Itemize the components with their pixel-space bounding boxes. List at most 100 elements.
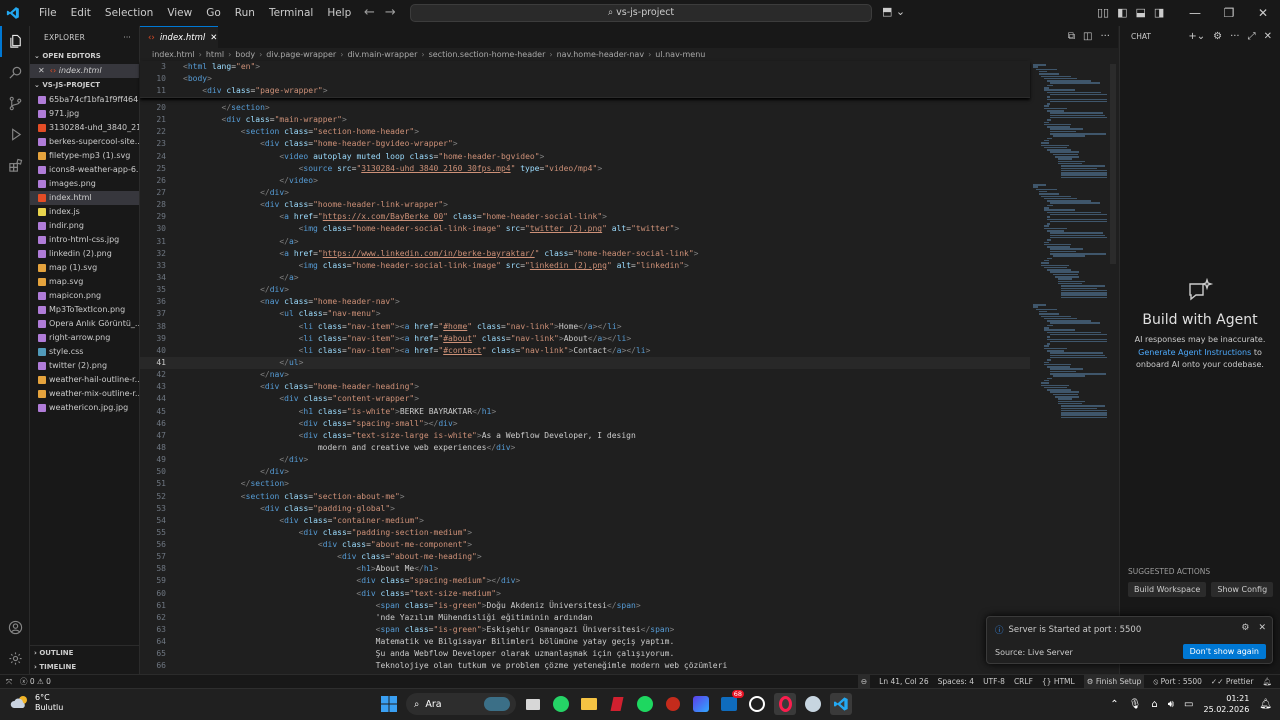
file-item[interactable]: weather-hail-outline-r... bbox=[30, 373, 139, 387]
code-line[interactable]: 46 <div class="spacing-small"></div> bbox=[140, 418, 1030, 430]
new-chat-icon[interactable]: +⌄ bbox=[1188, 26, 1205, 48]
breadcrumb-item[interactable]: index.html bbox=[152, 48, 195, 61]
line-ending[interactable]: CRLF bbox=[1014, 675, 1033, 688]
code-line[interactable]: 10 <body> bbox=[140, 73, 1030, 85]
menu-item-selection[interactable]: Selection bbox=[98, 0, 160, 26]
run-debug-icon[interactable] bbox=[0, 119, 30, 150]
code-line[interactable]: 28 <div class="hoome-header-link-wrapper… bbox=[140, 199, 1030, 211]
code-line[interactable]: 50 </div> bbox=[140, 466, 1030, 478]
code-line[interactable]: 62 'nde Yazılım Mühendisliği eğitiminin … bbox=[140, 612, 1030, 624]
breadcrumb-item[interactable]: html bbox=[206, 48, 224, 61]
code-line[interactable]: 53 <div class="padding-global"> bbox=[140, 503, 1030, 515]
code-line[interactable]: 31 </a> bbox=[140, 236, 1030, 248]
code-line[interactable]: 64 Matematik ve Bilgisayar Bilimleri böl… bbox=[140, 636, 1030, 648]
code-line[interactable]: 25 <source src="3130284-uhd_3840_2160_30… bbox=[140, 163, 1030, 175]
file-item[interactable]: intro-html-css.jpg bbox=[30, 233, 139, 247]
code-line[interactable]: 21 <div class="main-wrapper"> bbox=[140, 114, 1030, 126]
open-editor-item[interactable]: ✕ ‹› index.html bbox=[30, 64, 139, 78]
code-line[interactable]: 34 </a> bbox=[140, 272, 1030, 284]
notification-center-icon[interactable]: 🔔︎ bbox=[1259, 699, 1272, 710]
more-actions-icon[interactable]: ··· bbox=[1230, 26, 1240, 48]
breadcrumb-item[interactable]: section.section-home-header bbox=[429, 48, 546, 61]
code-line[interactable]: 54 <div class="container-medium"> bbox=[140, 515, 1030, 527]
code-line[interactable]: 27 </div> bbox=[140, 187, 1030, 199]
close-panel-icon[interactable]: ✕ bbox=[1264, 26, 1272, 48]
code-line[interactable]: 61 <span class="is-green">Doğu Akdeniz Ü… bbox=[140, 600, 1030, 612]
open-editors-section[interactable]: ⌄ OPEN EDITORS bbox=[30, 49, 139, 64]
toggle-secondary-sidebar-icon[interactable]: ◨ bbox=[1154, 0, 1164, 26]
breadcrumb-item[interactable]: nav.home-header-nav bbox=[557, 48, 644, 61]
file-item[interactable]: 65ba74cf1bfa1f9ff464... bbox=[30, 93, 139, 107]
code-line[interactable]: 20 </section> bbox=[140, 102, 1030, 114]
timeline-section[interactable]: › TIMELINE bbox=[30, 660, 139, 674]
taskbar-search[interactable]: ⌕ Ara bbox=[406, 693, 516, 715]
code-line[interactable]: 3 <html lang="en"> bbox=[140, 61, 1030, 73]
forward-arrow-icon[interactable]: → bbox=[385, 0, 396, 26]
code-line[interactable]: 22 <section class="section-home-header"> bbox=[140, 126, 1030, 138]
language-mode[interactable]: {} HTML bbox=[1042, 675, 1075, 688]
settings-gear-icon[interactable]: ⚙ bbox=[1213, 26, 1222, 48]
code-line[interactable]: 65 Şu anda Webflow Developer olarak uzma… bbox=[140, 648, 1030, 660]
build-workspace-button[interactable]: Build Workspace bbox=[1128, 582, 1207, 597]
file-item[interactable]: icons8-weather-app-6... bbox=[30, 163, 139, 177]
code-line[interactable]: 26 </video> bbox=[140, 175, 1030, 187]
code-line[interactable]: 57 <div class="about-me-heading"> bbox=[140, 551, 1030, 563]
show-hidden-icons-icon[interactable]: ⌃ bbox=[1110, 699, 1118, 710]
file-item[interactable]: images.png bbox=[30, 177, 139, 191]
code-line[interactable]: 52 <section class="section-about-me"> bbox=[140, 491, 1030, 503]
file-item[interactable]: weathericon.jpg.jpg bbox=[30, 401, 139, 415]
app-red-icon[interactable] bbox=[606, 693, 628, 715]
code-line[interactable]: 66 Teknolojiye olan tutkum ve problem çö… bbox=[140, 660, 1030, 672]
code-line[interactable]: 60 <div class="text-size-medium"> bbox=[140, 588, 1030, 600]
extensions-icon[interactable] bbox=[0, 150, 30, 181]
whatsapp-icon[interactable] bbox=[550, 693, 572, 715]
encoding[interactable]: UTF-8 bbox=[983, 675, 1005, 688]
file-explorer-icon[interactable] bbox=[578, 693, 600, 715]
opera-gx-icon[interactable] bbox=[774, 693, 796, 715]
code-line[interactable]: 47 <div class="text-size-large is-white"… bbox=[140, 430, 1030, 442]
dont-show-again-button[interactable]: Don't show again bbox=[1182, 644, 1266, 659]
project-section[interactable]: ⌄ VS-JS-PROJECT bbox=[30, 78, 139, 93]
battery-icon[interactable]: ▭ bbox=[1184, 699, 1193, 710]
spotify-icon[interactable] bbox=[634, 693, 656, 715]
code-line[interactable]: 55 <div class="padding-section-medium"> bbox=[140, 527, 1030, 539]
indentation[interactable]: Spaces: 4 bbox=[938, 675, 974, 688]
command-center-search[interactable]: ⌕ vs-js-project bbox=[410, 4, 872, 22]
menu-item-edit[interactable]: Edit bbox=[64, 0, 98, 26]
minimap[interactable] bbox=[1033, 64, 1111, 444]
code-line[interactable]: 39 <li class="nav-item"><a href="#about"… bbox=[140, 333, 1030, 345]
menu-item-terminal[interactable]: Terminal bbox=[262, 0, 320, 26]
close-icon[interactable]: ✕ bbox=[1258, 623, 1266, 633]
file-item[interactable]: right-arrow.png bbox=[30, 331, 139, 345]
menu-item-run[interactable]: Run bbox=[228, 0, 262, 26]
maximize-icon[interactable]: ❐ bbox=[1212, 0, 1246, 26]
menu-item-view[interactable]: View bbox=[160, 0, 199, 26]
file-item[interactable]: twitter (2).png bbox=[30, 359, 139, 373]
source-control-icon[interactable] bbox=[0, 88, 30, 119]
outline-section[interactable]: › OUTLINE bbox=[30, 646, 139, 660]
windows-start-icon[interactable] bbox=[378, 693, 400, 715]
tab-index-html[interactable]: ‹› index.html ✕ bbox=[140, 26, 218, 48]
store-icon[interactable]: 68 bbox=[718, 690, 744, 715]
code-line[interactable]: 36 <nav class="home-header-nav"> bbox=[140, 296, 1030, 308]
code-line[interactable]: 45 <h1 class="is-white">BERKE BAYRAKTAR<… bbox=[140, 406, 1030, 418]
file-item[interactable]: style.css bbox=[30, 345, 139, 359]
explorer-icon[interactable] bbox=[0, 26, 30, 57]
settings-gear-icon[interactable] bbox=[0, 643, 30, 674]
problems-indicator[interactable]: ⓧ 0 ⚠ 0 bbox=[20, 675, 51, 688]
close-tab-icon[interactable]: ✕ bbox=[210, 33, 217, 43]
code-line[interactable]: 11 <div class="page-wrapper"> bbox=[140, 85, 1030, 97]
weather-widget[interactable]: 6°C Bulutlu bbox=[10, 693, 63, 713]
notifications-bell-icon[interactable]: 🔔︎ bbox=[1262, 675, 1272, 688]
file-item[interactable]: mapicon.png bbox=[30, 289, 139, 303]
code-line[interactable]: 32 <a href="https://www.linkedin.com/in/… bbox=[140, 248, 1030, 260]
toggle-sidebar-icon[interactable]: ◧ bbox=[1117, 0, 1127, 26]
maximize-panel-icon[interactable]: ⤢ bbox=[1248, 26, 1256, 48]
live-server-port[interactable]: ⦸ Port : 5500 bbox=[1153, 675, 1202, 688]
code-line[interactable]: 48 modern and creative web experiences</… bbox=[140, 442, 1030, 454]
photoshop-icon[interactable] bbox=[690, 693, 712, 715]
code-line[interactable]: 63 <span class="is-green">Eskişehir Osma… bbox=[140, 624, 1030, 636]
menu-item-go[interactable]: Go bbox=[199, 0, 228, 26]
breadcrumb-item[interactable]: body bbox=[235, 48, 255, 61]
prettier-status[interactable]: ✓✓ Prettier bbox=[1211, 675, 1254, 688]
